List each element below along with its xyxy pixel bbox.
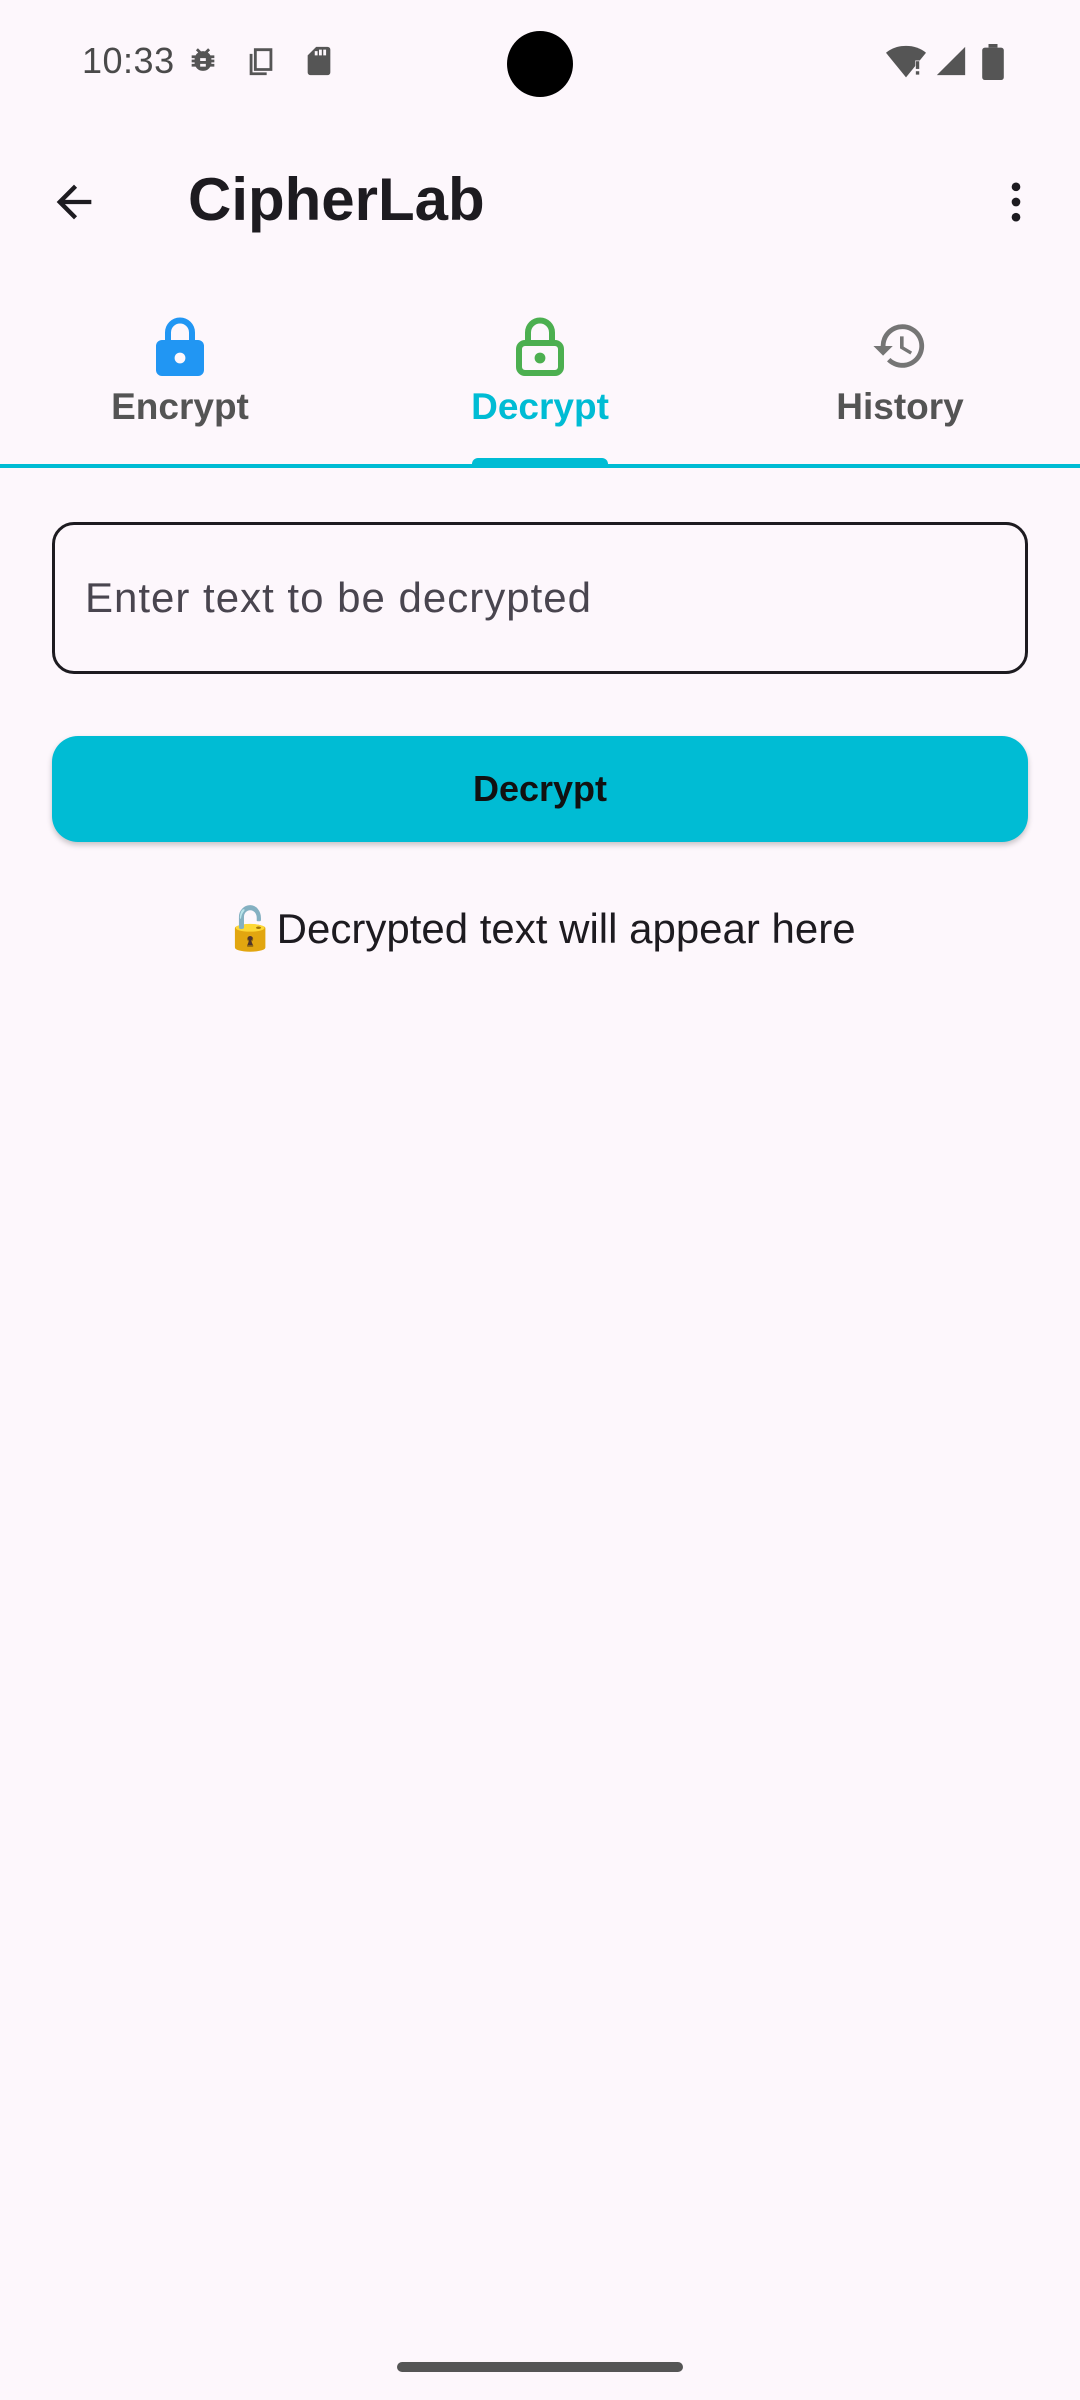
tab-decrypt-label: Decrypt — [471, 386, 609, 427]
home-indicator[interactable] — [397, 2362, 683, 2372]
tab-encrypt[interactable]: Encrypt — [0, 298, 360, 464]
wifi-alert-icon — [886, 44, 926, 85]
tab-history[interactable]: History — [720, 298, 1080, 464]
screen: 10:33 CipherLab Encrypt Decrypt History … — [0, 0, 1080, 2400]
app-title: CipherLab — [188, 166, 485, 233]
status-bar: 10:33 — [0, 0, 1080, 128]
decrypt-input[interactable] — [52, 522, 1028, 674]
arrow-back-icon — [56, 184, 92, 220]
sd-card-icon — [302, 44, 336, 83]
back-button[interactable] — [36, 164, 112, 240]
tab-decrypt[interactable]: Decrypt — [360, 298, 720, 464]
more-vert-icon — [1011, 182, 1021, 222]
battery-icon — [982, 44, 1004, 85]
tab-indicator — [472, 458, 608, 466]
status-time: 10:33 — [82, 40, 175, 81]
copy-icon — [244, 44, 278, 83]
camera-cutout — [507, 31, 573, 97]
bug-icon — [186, 44, 220, 83]
decrypted-result-text: 🔓Decrypted text will appear here — [224, 905, 856, 952]
tab-history-label: History — [836, 386, 964, 427]
lock-closed-icon — [150, 316, 210, 376]
more-options-button[interactable] — [978, 164, 1054, 240]
decrypt-button[interactable]: Decrypt — [52, 736, 1028, 842]
signal-icon — [934, 44, 968, 83]
app-bar: CipherLab — [0, 128, 1080, 272]
history-icon — [870, 316, 930, 376]
tab-bar: Encrypt Decrypt History — [0, 298, 1080, 468]
tab-encrypt-label: Encrypt — [111, 386, 249, 427]
lock-open-icon — [510, 316, 570, 376]
